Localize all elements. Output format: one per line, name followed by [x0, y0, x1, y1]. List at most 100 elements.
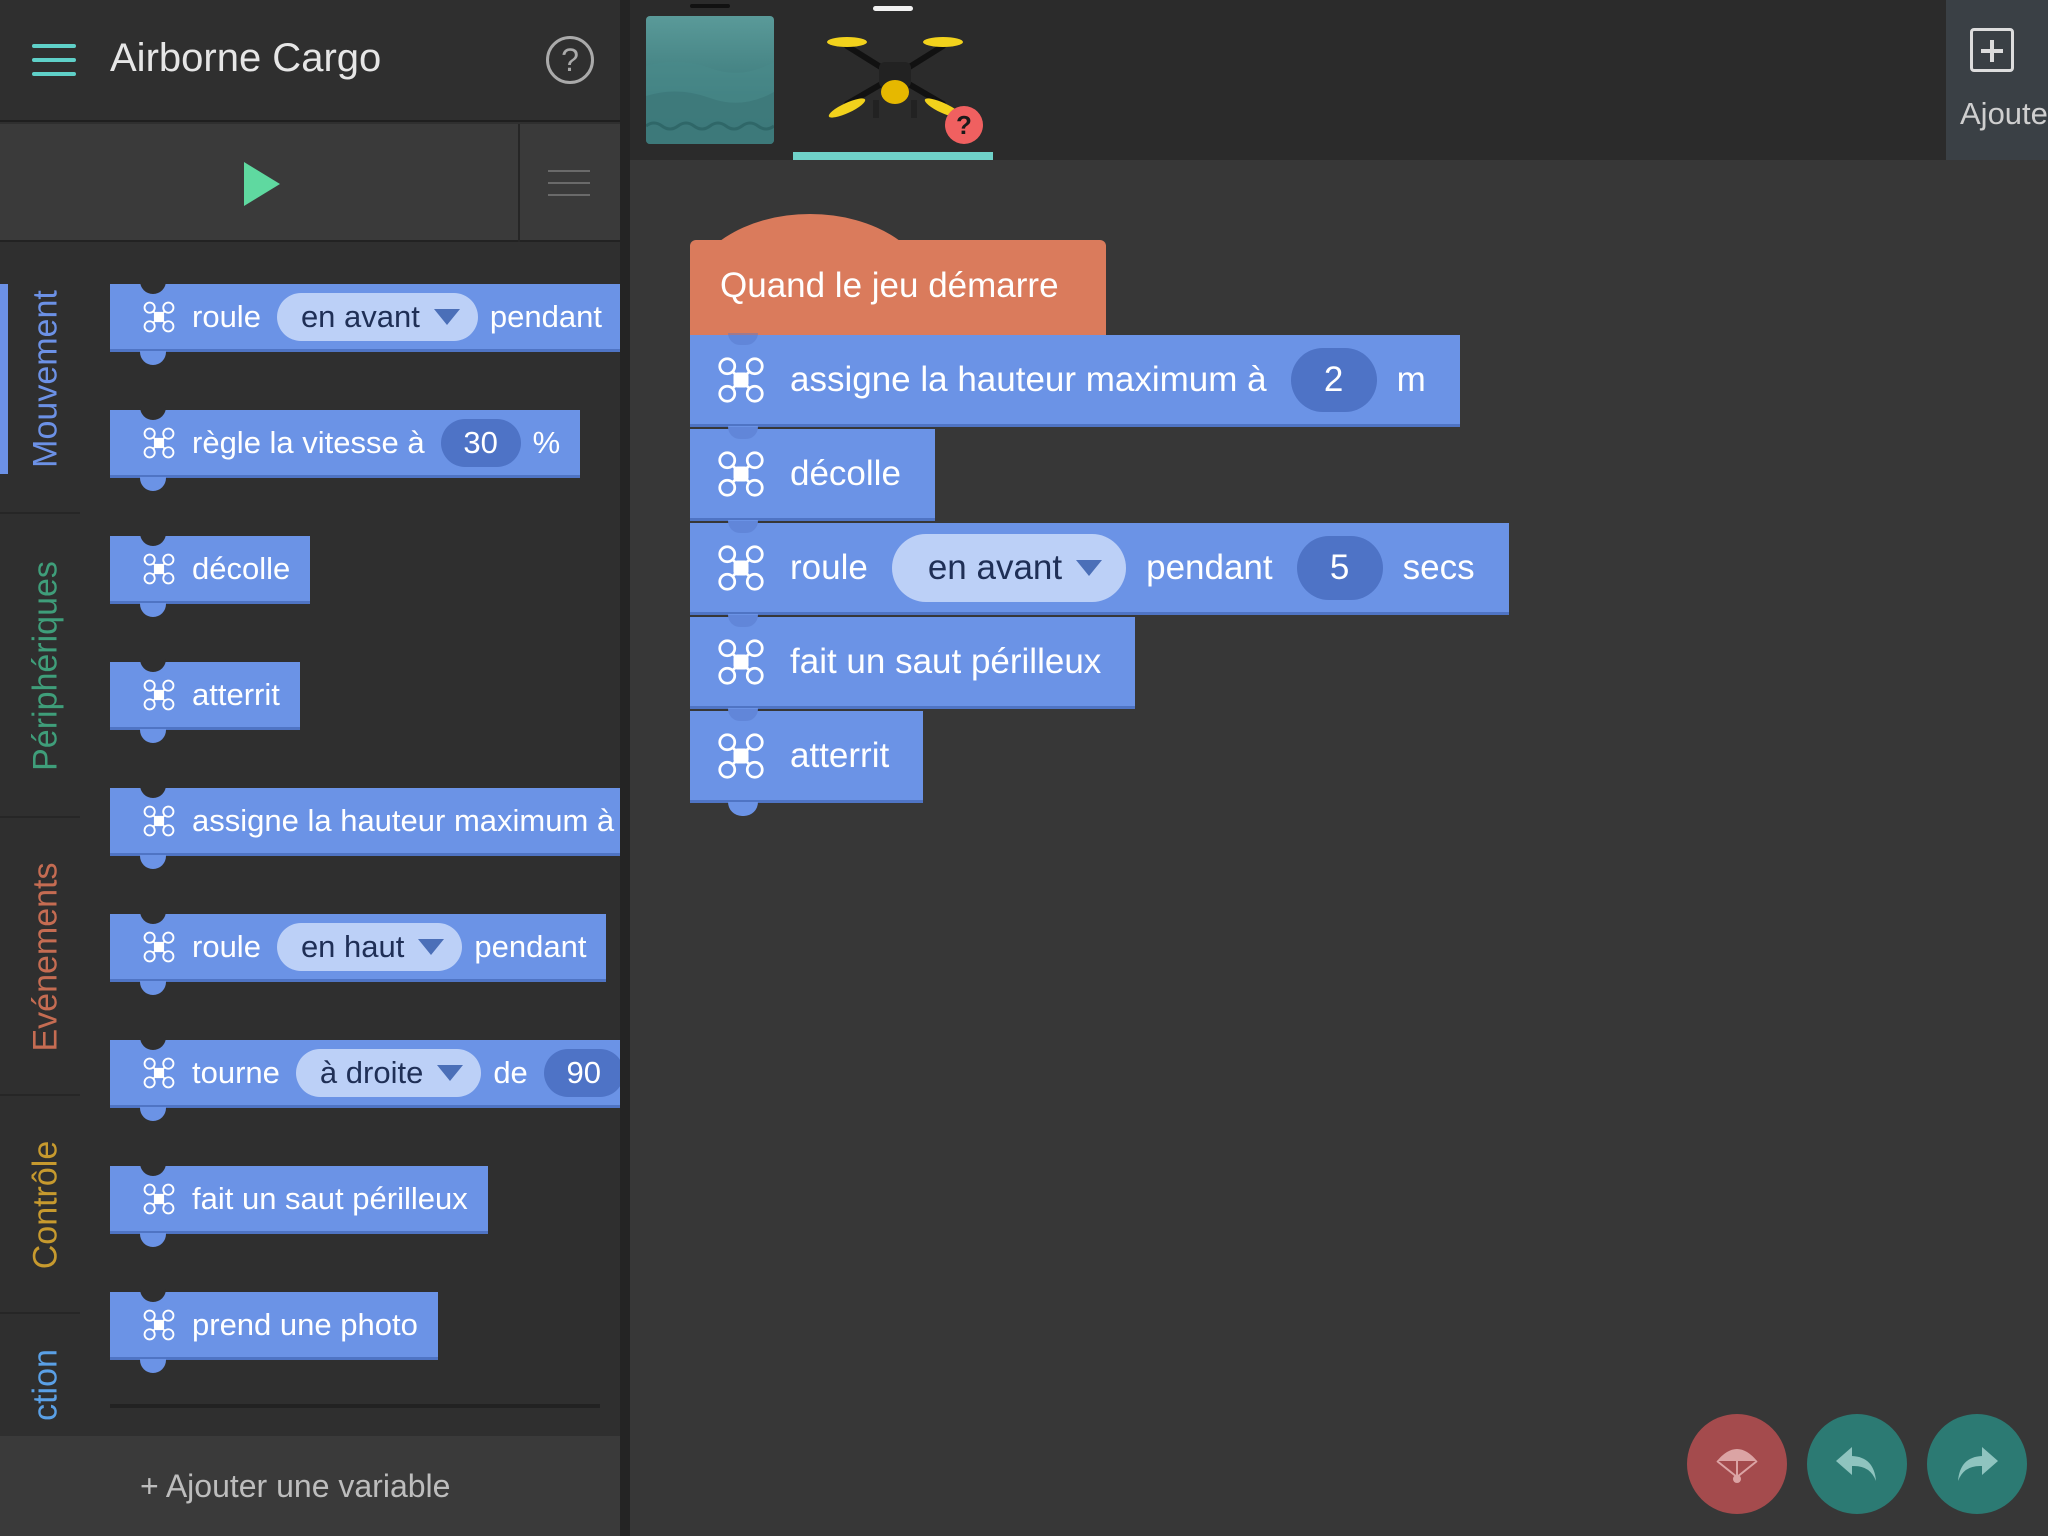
drone-icon	[142, 300, 176, 334]
program-block-roule[interactable]: roule en avant pendant 5 secs	[690, 521, 1509, 628]
block-text: %	[532, 424, 561, 460]
chevron-down-icon	[1076, 559, 1103, 576]
block-text: assigne la hauteur maximum à	[790, 359, 1267, 399]
palette-divider	[110, 1404, 600, 1408]
panel-separator[interactable]	[620, 0, 630, 1536]
block-text: atterrit	[790, 735, 890, 775]
number-input[interactable]: 2	[1290, 347, 1377, 412]
direction-dropdown[interactable]: à droite	[295, 1048, 482, 1097]
tab-label: Mouvement	[26, 290, 65, 468]
block-palette: roule en avant pendant règle la vitesse …	[80, 244, 620, 1436]
dropdown-value: en avant	[300, 298, 420, 334]
warning-badge: ?	[945, 106, 983, 144]
block-text: pendant	[474, 928, 587, 964]
undo-button[interactable]	[1807, 1414, 1907, 1514]
drone-icon	[142, 930, 176, 964]
direction-dropdown[interactable]: en avant	[276, 292, 478, 341]
program-block-hauteur[interactable]: assigne la hauteur maximum à 2 m	[690, 333, 1460, 440]
drone-icon	[142, 1056, 176, 1090]
palette-block-atterrit[interactable]: atterrit	[110, 652, 300, 743]
palette-block-photo[interactable]: prend une photo	[110, 1282, 438, 1373]
add-variable-button[interactable]: + Ajouter une variable	[0, 1436, 620, 1536]
tab-action[interactable]: ction	[0, 1314, 80, 1436]
drone-icon	[142, 804, 176, 838]
scene-thumbnail[interactable]	[646, 16, 774, 144]
selected-tab-marker	[873, 6, 913, 11]
block-text: atterrit	[192, 676, 280, 712]
block-text: décolle	[790, 453, 901, 493]
drone-icon	[716, 543, 766, 593]
tab-label: Contrôle	[26, 1140, 65, 1270]
block-text: pendant	[489, 298, 602, 334]
palette-block-hauteur[interactable]: assigne la hauteur maximum à	[110, 778, 620, 869]
drone-icon	[142, 678, 176, 712]
redo-icon	[1958, 1447, 1998, 1481]
direction-dropdown[interactable]: en haut	[276, 922, 463, 971]
play-button[interactable]	[240, 160, 284, 208]
tab-evenements[interactable]: Evénements	[0, 818, 80, 1096]
block-text: roule	[790, 547, 868, 587]
redo-button[interactable]	[1927, 1414, 2027, 1514]
drone-icon	[716, 637, 766, 687]
category-tabs: Mouvement Périphériques Evénements Contr…	[0, 244, 80, 1436]
palette-block-tourne[interactable]: tourne à droite de 90	[110, 1030, 620, 1121]
toolbar-divider	[518, 124, 520, 242]
block-text: roule	[192, 298, 261, 334]
parachute-button[interactable]	[1687, 1414, 1787, 1514]
direction-dropdown[interactable]: en avant	[891, 533, 1127, 602]
play-icon	[244, 162, 280, 206]
palette-block-saut[interactable]: fait un saut périlleux	[110, 1156, 488, 1247]
program-block-decolle[interactable]: décolle	[690, 427, 935, 534]
drone-icon	[142, 552, 176, 586]
drone-sprite-tab[interactable]: ?	[793, 0, 995, 160]
program-block-atterrit[interactable]: atterrit	[690, 709, 924, 816]
drone-icon	[827, 37, 963, 118]
blocks-panel: Airborne Cargo ? Mouvement Périphériques…	[0, 0, 620, 1536]
number-input[interactable]: 5	[1296, 535, 1383, 600]
add-sprite-button[interactable]: Ajouter	[1946, 0, 2048, 160]
scene-tab-marker	[690, 4, 730, 8]
tab-mouvement[interactable]: Mouvement	[0, 244, 80, 514]
block-text: assigne la hauteur maximum à	[192, 802, 615, 838]
dropdown-value: en haut	[300, 928, 405, 964]
dropdown-value: en avant	[927, 547, 1063, 587]
sprite-strip: ? Ajouter	[630, 0, 2048, 160]
event-block-label: Quand le jeu démarre	[720, 266, 1059, 305]
block-text: de	[493, 1054, 528, 1090]
block-text: fait un saut périlleux	[790, 641, 1102, 681]
tab-label: Périphériques	[26, 561, 65, 771]
chevron-down-icon	[433, 308, 460, 325]
block-text: fait un saut périlleux	[192, 1180, 468, 1216]
dropdown-value: à droite	[319, 1054, 424, 1090]
number-input[interactable]: 90	[543, 1048, 620, 1097]
event-block-game-start[interactable]: Quand le jeu démarre	[690, 240, 1106, 335]
tab-controle[interactable]: Contrôle	[0, 1096, 80, 1314]
number-input[interactable]: 30	[440, 418, 521, 467]
block-text: roule	[192, 928, 261, 964]
palette-block-roule-haut[interactable]: roule en haut pendant	[110, 904, 607, 995]
palette-block-vitesse[interactable]: règle la vitesse à 30 %	[110, 400, 581, 491]
drone-icon	[142, 426, 176, 460]
app-title: Airborne Cargo	[110, 36, 382, 80]
tab-label: ction	[26, 1348, 65, 1421]
help-icon[interactable]: ?	[546, 36, 594, 84]
block-text: m	[1396, 359, 1426, 399]
program-block-saut[interactable]: fait un saut périlleux	[690, 615, 1136, 722]
hamburger-menu-icon[interactable]	[32, 44, 76, 76]
block-text: pendant	[1146, 547, 1273, 587]
block-text: prend une photo	[192, 1306, 418, 1342]
drone-icon	[142, 1308, 176, 1342]
palette-block-roule-avant[interactable]: roule en avant pendant	[110, 274, 620, 365]
list-icon[interactable]	[548, 170, 590, 196]
drone-icon	[716, 355, 766, 405]
code-workspace[interactable]: Quand le jeu démarre assigne la hauteur …	[630, 160, 2048, 1536]
active-tab-indicator	[0, 284, 8, 474]
block-text: règle la vitesse à	[192, 424, 425, 460]
drone-icon	[142, 1182, 176, 1216]
water-scene-image	[646, 61, 774, 144]
drone-icon	[716, 731, 766, 781]
app-header: Airborne Cargo ?	[0, 0, 620, 122]
palette-block-decolle[interactable]: décolle	[110, 526, 311, 617]
tab-peripheriques[interactable]: Périphériques	[0, 514, 80, 818]
tab-label: Evénements	[26, 862, 65, 1052]
